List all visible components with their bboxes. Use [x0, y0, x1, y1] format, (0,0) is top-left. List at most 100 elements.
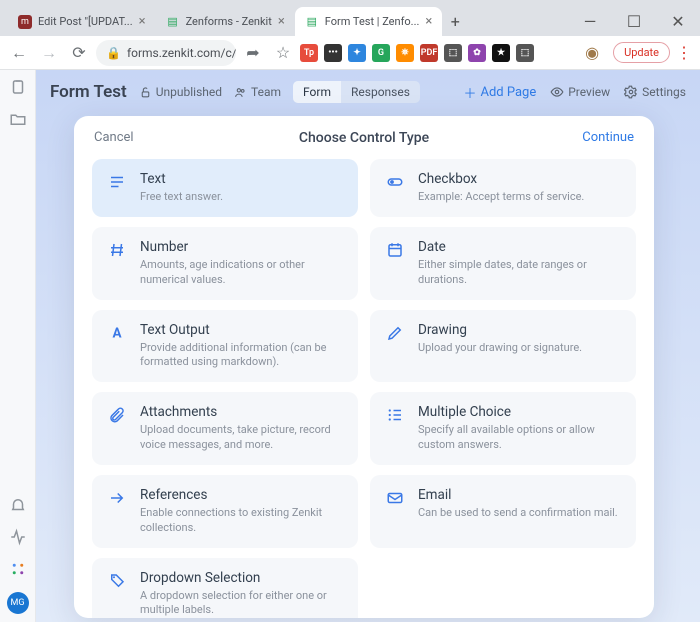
- team-link[interactable]: Team: [234, 85, 281, 99]
- maximize-button[interactable]: ☐: [612, 6, 656, 36]
- add-page-button[interactable]: ＋ Add Page: [463, 83, 536, 102]
- textoutput-icon: [106, 322, 128, 371]
- control-desc: Example: Accept terms of service.: [418, 190, 622, 205]
- control-text[interactable]: TextFree text answer.: [92, 159, 358, 217]
- gear-icon: [624, 85, 638, 99]
- close-icon[interactable]: ×: [425, 14, 432, 29]
- close-icon[interactable]: ×: [278, 14, 285, 29]
- extension-icon[interactable]: ⬚: [516, 44, 534, 62]
- extension-icon[interactable]: ⬚: [444, 44, 462, 62]
- control-title: References: [140, 487, 344, 503]
- control-attachments[interactable]: AttachmentsUpload documents, take pictur…: [92, 392, 358, 465]
- titlebar: m Edit Post "[UPDAT... × ▤ Zenforms - Ze…: [0, 0, 700, 36]
- tab-title: Zenforms - Zenkit: [186, 15, 272, 28]
- control-references[interactable]: References Enable connections to existing…: [92, 475, 358, 548]
- control-title: Checkbox: [418, 171, 622, 187]
- checkbox-icon: [384, 171, 406, 205]
- control-number[interactable]: Number Amounts, age indications or other …: [92, 227, 358, 300]
- references-icon: [106, 487, 128, 536]
- view-switch: Form Responses: [293, 81, 420, 103]
- team-icon: [234, 86, 247, 99]
- control-title: Number: [140, 239, 344, 255]
- control-checkbox[interactable]: Checkbox Example: Accept terms of service…: [370, 159, 636, 217]
- lock-open-icon: [139, 86, 152, 99]
- control-type-modal: Cancel Choose Control Type Continue Text…: [74, 116, 654, 618]
- control-title: Text Output: [140, 322, 344, 338]
- tab-responses[interactable]: Responses: [341, 81, 420, 103]
- forward-button[interactable]: →: [36, 40, 62, 66]
- settings-button[interactable]: Settings: [624, 85, 686, 99]
- control-email[interactable]: Email Can be used to send a confirmation …: [370, 475, 636, 548]
- clipboard-icon[interactable]: [9, 78, 27, 96]
- extension-icon[interactable]: G: [372, 44, 390, 62]
- user-avatar[interactable]: MG: [7, 592, 29, 614]
- browser-window: m Edit Post "[UPDAT... × ▤ Zenforms - Ze…: [0, 0, 700, 622]
- control-dropdown[interactable]: Dropdown SelectionA dropdown selection f…: [92, 558, 358, 618]
- tab-form[interactable]: Form: [293, 81, 341, 103]
- extension-icon[interactable]: PDF: [420, 44, 438, 62]
- control-drawing[interactable]: Drawing Upload your drawing or signature.: [370, 310, 636, 383]
- cancel-button[interactable]: Cancel: [94, 130, 134, 145]
- control-desc: Amounts, age indications or other numeri…: [140, 258, 344, 288]
- extensions: Tp ••• ✦ G ⛯ PDF ⬚ ✿ ★ ⬚: [300, 44, 575, 62]
- tab-0[interactable]: m Edit Post "[UPDAT... ×: [8, 7, 156, 36]
- extension-icon[interactable]: ✦: [348, 44, 366, 62]
- app-area: MG Form Test Unpublished Team Form Respo…: [0, 70, 700, 622]
- page-title: Form Test: [50, 82, 127, 102]
- profile-avatar-icon[interactable]: ◉: [579, 40, 605, 66]
- preview-button[interactable]: Preview: [550, 85, 610, 99]
- extension-icon[interactable]: •••: [324, 44, 342, 62]
- url-field[interactable]: 🔒 forms.zenkit.com/c/PcO…: [96, 40, 236, 66]
- tab-1[interactable]: ▤ Zenforms - Zenkit ×: [156, 7, 295, 36]
- modal-title: Choose Control Type: [299, 130, 429, 146]
- bell-icon[interactable]: [9, 496, 27, 514]
- reload-button[interactable]: ⟳: [66, 40, 92, 66]
- plus-icon: ＋: [463, 83, 476, 102]
- window-controls: — ☐ ✕: [568, 6, 700, 36]
- url-text: forms.zenkit.com/c/PcO…: [127, 46, 236, 60]
- control-desc: A dropdown selection for either one or m…: [140, 589, 344, 618]
- share-icon[interactable]: ➦: [240, 40, 266, 66]
- extension-icon[interactable]: ⛯: [396, 44, 414, 62]
- new-tab-button[interactable]: +: [442, 7, 468, 36]
- tab-title: Form Test | Zenfo...: [325, 15, 420, 28]
- minimize-button[interactable]: —: [568, 6, 612, 36]
- tab-2[interactable]: ▤ Form Test | Zenfo... ×: [295, 7, 443, 36]
- update-button[interactable]: Update: [613, 42, 670, 63]
- multiple-icon: [384, 404, 406, 453]
- favicon-m-icon: m: [18, 15, 32, 29]
- close-window-button[interactable]: ✕: [656, 6, 700, 36]
- browser-menu-icon[interactable]: ⋮: [674, 43, 694, 62]
- control-textoutput[interactable]: Text Output Provide additional informatio…: [92, 310, 358, 383]
- control-desc: Free text answer.: [140, 190, 344, 205]
- close-icon[interactable]: ×: [139, 14, 146, 29]
- control-title: Date: [418, 239, 622, 255]
- folder-icon[interactable]: [9, 110, 27, 128]
- lock-icon: 🔒: [106, 46, 121, 60]
- control-multiple[interactable]: Multiple ChoiceSpecify all available opt…: [370, 392, 636, 465]
- email-icon: [384, 487, 406, 536]
- control-desc: Upload your drawing or signature.: [418, 341, 622, 356]
- control-title: Email: [418, 487, 622, 503]
- extension-icon[interactable]: ★: [492, 44, 510, 62]
- extension-icon[interactable]: ✿: [468, 44, 486, 62]
- control-desc: Specify all available options or allow c…: [418, 423, 622, 453]
- control-title: Drawing: [418, 322, 622, 338]
- control-desc: Can be used to send a confirmation mail.: [418, 506, 622, 521]
- back-button[interactable]: ←: [6, 40, 32, 66]
- status-unpublished[interactable]: Unpublished: [139, 85, 222, 99]
- continue-button[interactable]: Continue: [582, 130, 634, 145]
- control-date[interactable]: DateEither simple dates, date ranges or …: [370, 227, 636, 300]
- control-grid: TextFree text answer. Checkbox Example: Ac…: [74, 155, 654, 618]
- star-icon[interactable]: ☆: [270, 40, 296, 66]
- activity-icon[interactable]: [9, 528, 27, 546]
- control-desc: Provide additional information (can be f…: [140, 341, 344, 371]
- text-icon: [106, 171, 128, 205]
- apps-icon[interactable]: [9, 560, 27, 578]
- sidebar: MG: [0, 70, 36, 622]
- control-desc: Enable connections to existing Zenkit co…: [140, 506, 344, 536]
- extension-icon[interactable]: Tp: [300, 44, 318, 62]
- modal-header: Cancel Choose Control Type Continue: [74, 116, 654, 155]
- date-icon: [384, 239, 406, 288]
- tab-strip: m Edit Post "[UPDAT... × ▤ Zenforms - Ze…: [0, 7, 568, 36]
